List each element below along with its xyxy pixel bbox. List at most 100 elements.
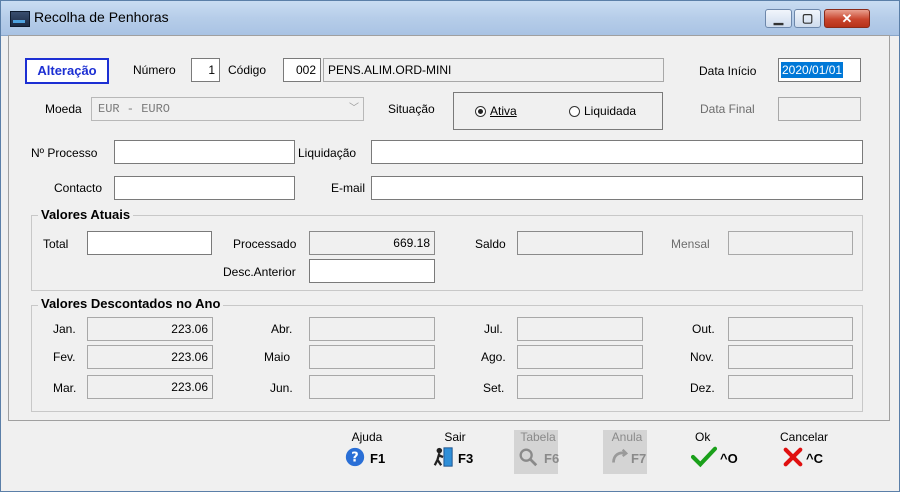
month-value <box>309 317 435 341</box>
checkmark-icon <box>690 446 718 468</box>
total-field[interactable] <box>87 231 212 255</box>
radio-liquidada-label: Liquidada <box>584 104 637 118</box>
data-final-field <box>778 97 861 121</box>
month-label: Set. <box>483 381 505 395</box>
close-button[interactable]: ✕ <box>824 9 870 28</box>
month-value <box>517 317 643 341</box>
month-label: Ago. <box>481 350 506 364</box>
month-value: 223.06 <box>87 375 213 399</box>
mensal-field <box>728 231 853 255</box>
radio-ativa[interactable]: Ativa <box>475 104 517 118</box>
codigo-field[interactable]: 002 <box>283 58 321 82</box>
ok-button[interactable]: Ok ^O <box>685 428 745 478</box>
exit-key: F3 <box>458 451 474 466</box>
valores-ano-title: Valores Descontados no Ano <box>38 296 224 311</box>
title-bar: Recolha de Penhoras ▁ ▢ ✕ <box>1 1 899 36</box>
moeda-label: Moeda <box>45 102 82 116</box>
month-label: Jul. <box>484 322 503 336</box>
magnifier-icon <box>519 448 538 467</box>
help-icon: ? <box>345 447 365 467</box>
month-label: Nov. <box>690 350 714 364</box>
email-label: E-mail <box>331 181 366 195</box>
chevron-down-icon: ﹀ <box>349 103 359 114</box>
month-label: Jun. <box>270 381 293 395</box>
month-label: Fev. <box>53 350 76 364</box>
cancel-record-label: Anula <box>611 430 643 444</box>
svg-text:?: ? <box>351 451 358 466</box>
processado-label: Processado <box>233 237 297 251</box>
maximize-icon: ▢ <box>801 11 814 25</box>
moeda-value: EUR - EURO <box>98 102 171 116</box>
month-value: 223.06 <box>87 345 213 369</box>
liquidacao-label: Liquidação <box>298 146 357 160</box>
month-label: Mar. <box>53 381 77 395</box>
minimize-icon: ▁ <box>773 11 784 25</box>
month-value <box>728 345 853 369</box>
cancel-key: ^C <box>806 451 823 466</box>
month-value <box>517 375 643 399</box>
maximize-button[interactable]: ▢ <box>794 9 821 28</box>
month-value <box>517 345 643 369</box>
table-button[interactable]: Tabela F6 <box>508 428 568 478</box>
mensal-label: Mensal <box>671 237 710 251</box>
cross-icon <box>783 447 803 467</box>
total-label: Total <box>43 237 69 251</box>
radio-checked-icon <box>475 106 486 117</box>
codigo-label: Código <box>228 63 267 77</box>
mode-indicator: Alteração <box>25 58 109 84</box>
desc-anterior-label: Desc.Anterior <box>223 265 296 279</box>
numero-field[interactable]: 1 <box>191 58 220 82</box>
numero-label: Número <box>133 63 176 77</box>
close-icon: ✕ <box>841 11 853 26</box>
radio-unchecked-icon <box>569 106 580 117</box>
cancel-record-key: F7 <box>631 451 647 466</box>
help-label: Ajuda <box>351 430 383 444</box>
ok-label: Ok <box>695 430 711 444</box>
radio-liquidada[interactable]: Liquidada <box>569 104 636 118</box>
exit-label: Sair <box>444 430 466 444</box>
exit-door-icon <box>433 447 453 467</box>
radio-ativa-label: Ativa <box>490 104 517 118</box>
processado-field: 669.18 <box>309 231 435 255</box>
help-button[interactable]: Ajuda ? F1 <box>337 428 397 478</box>
desc-anterior-field[interactable] <box>309 259 435 283</box>
contacto-label: Contacto <box>54 181 103 195</box>
data-final-label: Data Final <box>700 102 755 116</box>
month-label: Out. <box>692 322 715 336</box>
moeda-select[interactable]: EUR - EURO ﹀ <box>91 97 364 121</box>
saldo-field <box>517 231 643 255</box>
table-label: Tabela <box>520 430 556 444</box>
undo-icon <box>612 448 629 463</box>
codigo-descricao: PENS.ALIM.ORD-MINI <box>323 58 664 82</box>
email-field[interactable] <box>371 176 863 200</box>
month-value <box>309 345 435 369</box>
cancel-button[interactable]: Cancelar ^C <box>775 428 835 478</box>
month-label: Jan. <box>53 322 76 336</box>
month-label: Maio <box>264 350 291 364</box>
month-value: 223.06 <box>87 317 213 341</box>
contacto-field[interactable] <box>114 176 295 200</box>
month-label: Dez. <box>690 381 715 395</box>
ok-key: ^O <box>720 451 738 466</box>
month-value <box>728 317 853 341</box>
window-title: Recolha de Penhoras <box>34 9 169 25</box>
situacao-label: Situação <box>388 102 435 116</box>
month-label: Abr. <box>271 322 293 336</box>
help-key: F1 <box>370 451 386 466</box>
liquidacao-field[interactable] <box>371 140 863 164</box>
app-icon <box>10 11 30 27</box>
data-inicio-field[interactable]: 2020/01/01 <box>778 58 861 82</box>
minimize-button[interactable]: ▁ <box>765 9 792 28</box>
table-key: F6 <box>544 451 560 466</box>
cancel-label: Cancelar <box>779 430 829 444</box>
month-value <box>309 375 435 399</box>
saldo-label: Saldo <box>475 237 506 251</box>
valores-atuais-title: Valores Atuais <box>38 207 134 222</box>
processo-field[interactable] <box>114 140 295 164</box>
cancel-record-button[interactable]: Anula F7 <box>597 428 657 478</box>
situacao-radio-group: Ativa Liquidada <box>453 92 663 130</box>
processo-label: Nº Processo <box>31 146 98 160</box>
exit-button[interactable]: Sair F3 <box>425 428 485 478</box>
month-value <box>728 375 853 399</box>
data-inicio-value: 2020/01/01 <box>781 62 844 78</box>
